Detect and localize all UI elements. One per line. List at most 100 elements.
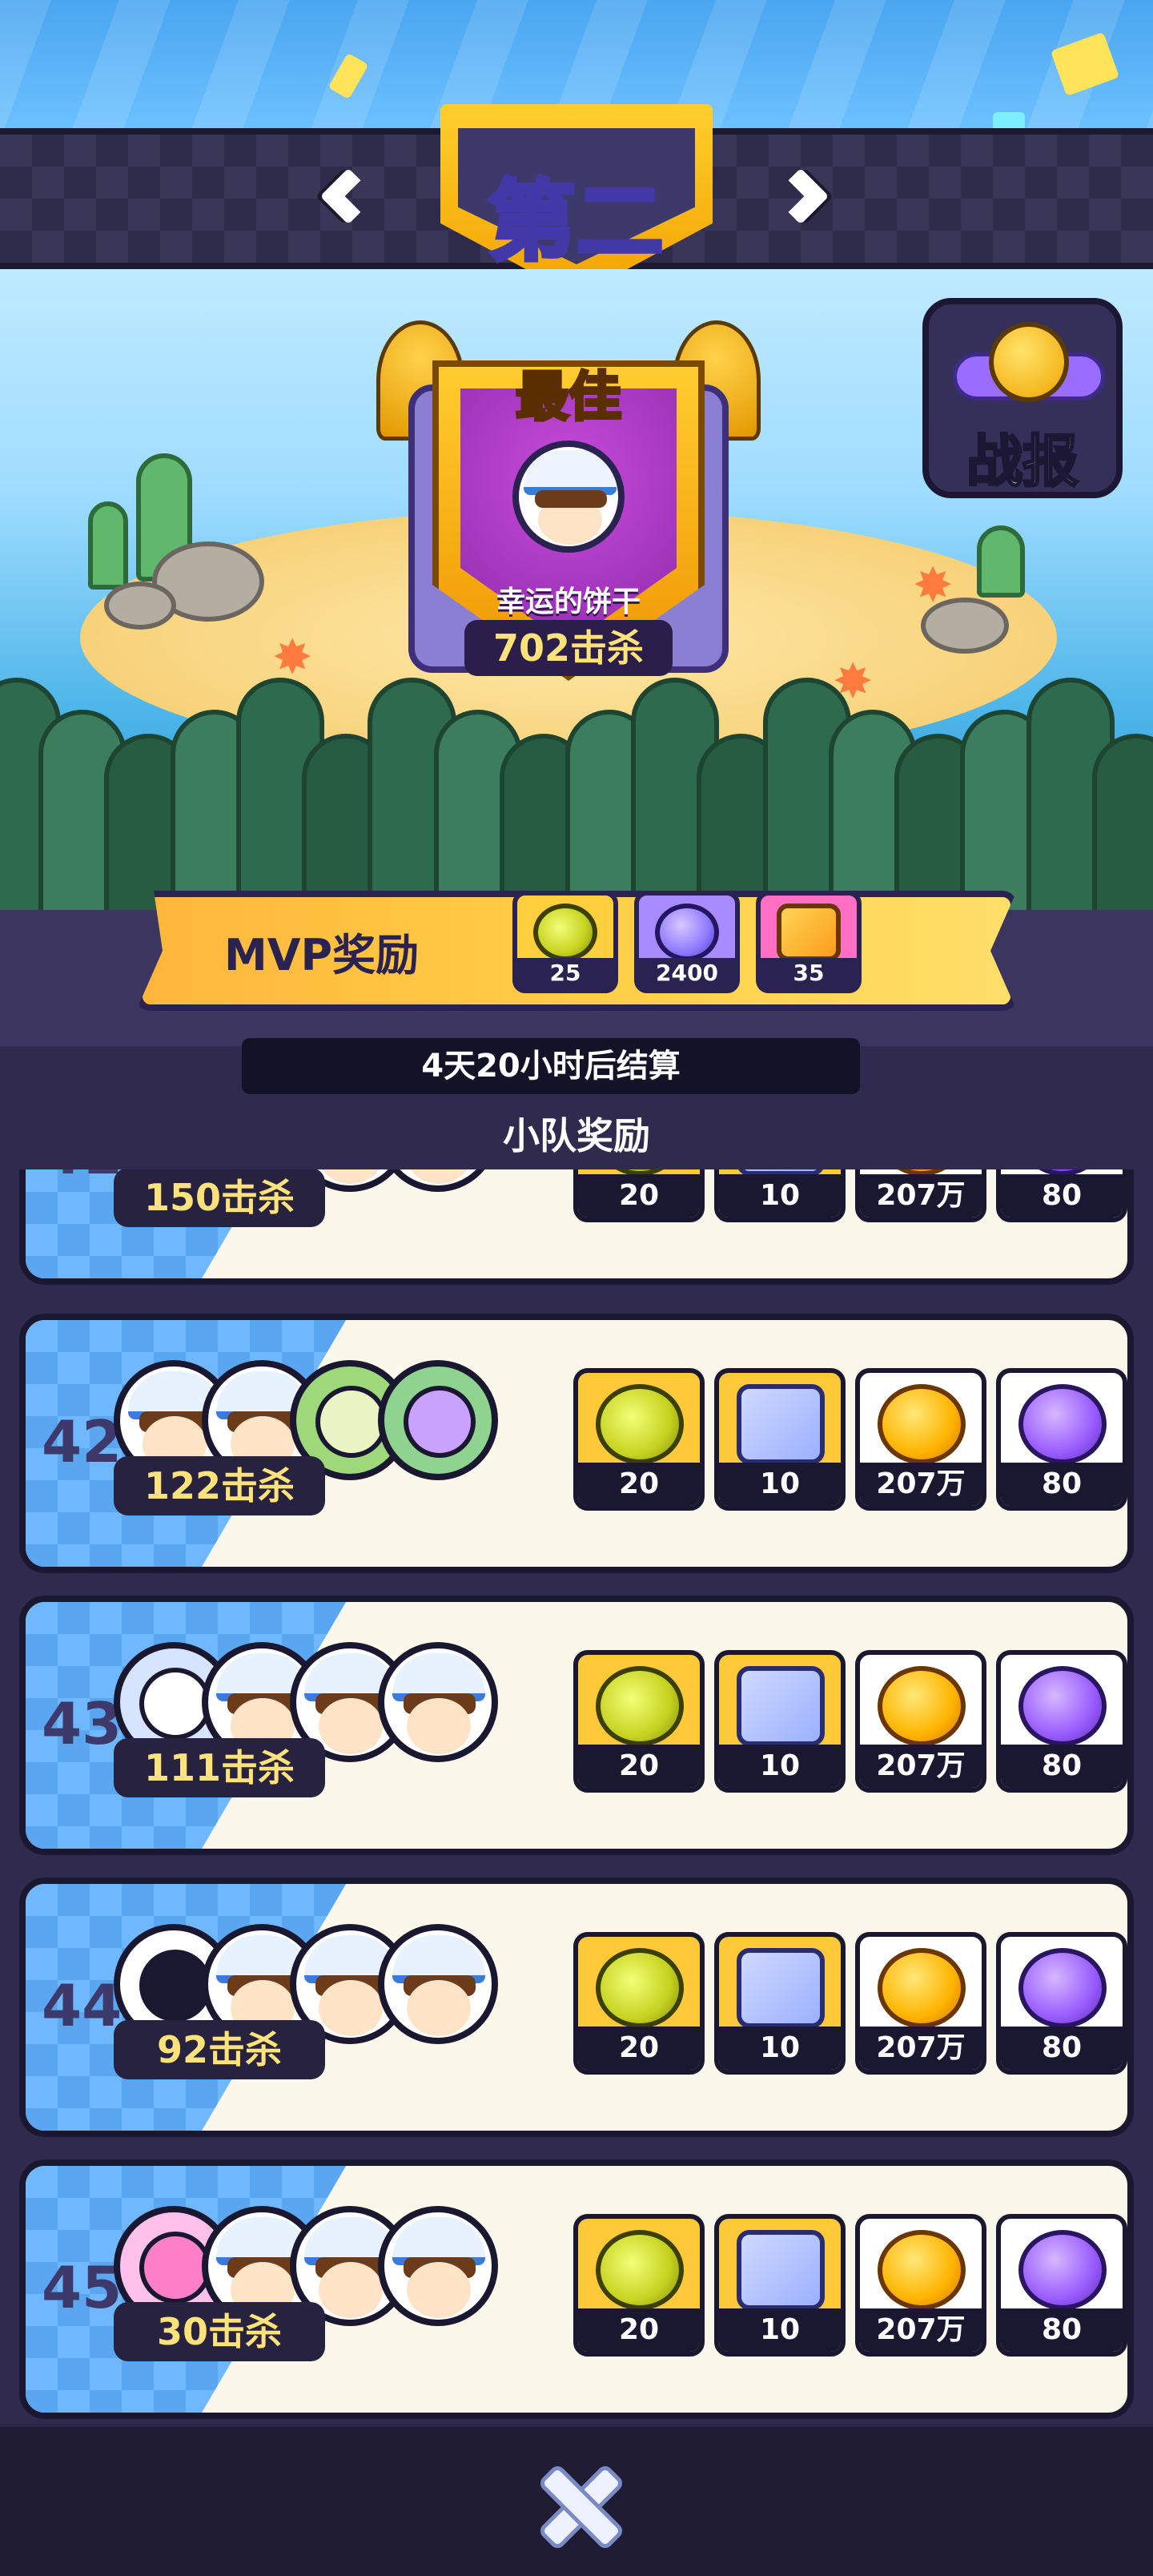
reward-value: 10: [719, 2308, 841, 2352]
team-kills: 150击杀: [114, 1169, 325, 1227]
reward-item[interactable]: 207万: [855, 2214, 986, 2357]
reward-value: 10: [719, 1174, 841, 1218]
purple-capsule-icon: [1018, 1666, 1107, 1746]
reward-item[interactable]: 80: [996, 2214, 1127, 2357]
reward-item[interactable]: 10: [714, 1932, 846, 2075]
reward-item[interactable]: 207万: [855, 1932, 986, 2075]
reward-value: 10: [719, 1745, 841, 1788]
chevron-right-icon: [772, 167, 830, 225]
best-player-card[interactable]: 最佳 幸运的饼干 702击杀: [376, 320, 761, 697]
rank-row[interactable]: 42 122击杀 20 10 207万 80: [19, 1314, 1134, 1573]
rock: [104, 582, 176, 630]
reward-item[interactable]: 207万: [855, 1650, 986, 1793]
reward-value: 207万: [860, 1174, 982, 1218]
team-rewards-title: 小队奖励: [503, 1114, 650, 1157]
reward-value: 80: [1001, 2308, 1123, 2352]
reward-value: 207万: [860, 1745, 982, 1788]
rank-row[interactable]: 43 111击杀 20 10 207万 80: [19, 1596, 1134, 1855]
team-kills: 122击杀: [114, 1456, 325, 1515]
reward-item[interactable]: 80: [996, 1169, 1127, 1222]
reward-value: 20: [578, 1745, 700, 1788]
team-kills: 92击杀: [114, 2020, 325, 2079]
team-kills: 111击杀: [114, 1738, 325, 1797]
prev-rank-button[interactable]: [312, 152, 384, 240]
reward-item[interactable]: 10: [714, 1169, 846, 1222]
reward-value: 207万: [860, 1463, 982, 1506]
mvp-reward-item[interactable]: 25: [512, 891, 618, 993]
rank-row[interactable]: 41 150击杀 20 10 207万 80: [19, 1169, 1134, 1285]
next-rank-button[interactable]: [765, 152, 837, 240]
star-medal-icon: [989, 322, 1069, 402]
reward-value: 20: [578, 1174, 700, 1218]
reward-value: 80: [1001, 2027, 1123, 2070]
reward-item[interactable]: 10: [714, 1650, 846, 1793]
avatar: [378, 1169, 498, 1192]
rank-number: 43: [42, 1690, 123, 1757]
reward-item[interactable]: 80: [996, 1650, 1127, 1793]
rank-number: 42: [42, 1408, 123, 1475]
battle-report-button[interactable]: 战报: [922, 298, 1123, 498]
reward-value: 10: [719, 2027, 841, 2070]
rank-number: 45: [42, 2254, 123, 2321]
mvp-reward-value: 35: [761, 958, 857, 988]
reward-item[interactable]: 20: [573, 1650, 705, 1793]
gold-candy-icon: [878, 2230, 966, 2310]
mvp-reward-item[interactable]: 2400: [634, 891, 740, 993]
durian-fruit-icon: [596, 2230, 684, 2310]
gold-candy-icon: [878, 1948, 966, 2028]
mystery-box-icon: [737, 1948, 825, 2028]
cactus: [977, 525, 1025, 598]
reward-item[interactable]: 20: [573, 2214, 705, 2357]
purple-orbs-icon: [655, 904, 719, 961]
starfish-icon: ✸: [913, 557, 954, 614]
rank-row[interactable]: 44 92击杀 20 10 207万 80: [19, 1878, 1134, 2137]
battle-report-label: 战报: [966, 428, 1080, 496]
reward-item[interactable]: 80: [996, 1368, 1127, 1511]
purple-capsule-icon: [1018, 1948, 1107, 2028]
best-label: 最佳: [514, 364, 623, 429]
reward-value: 20: [578, 2308, 700, 2352]
gold-candy-icon: [878, 1666, 966, 1746]
reward-value: 20: [578, 2027, 700, 2070]
reward-value: 80: [1001, 1174, 1123, 1218]
reward-item[interactable]: 20: [573, 1932, 705, 2075]
settlement-timer: 4天20小时后结算: [242, 1038, 860, 1094]
mvp-reward-value: 2400: [639, 958, 735, 988]
reward-item[interactable]: 80: [996, 1932, 1127, 2075]
gold-candy-icon: [878, 1384, 966, 1464]
kelp-foreground: [0, 678, 1153, 910]
durian-fruit-icon: [596, 1666, 684, 1746]
mystery-box-icon: [737, 1666, 825, 1746]
avatar: [512, 441, 625, 553]
reward-value: 80: [1001, 1463, 1123, 1506]
avatar: [378, 1642, 498, 1762]
chevron-left-icon: [319, 167, 377, 225]
cactus: [88, 501, 128, 590]
reward-item[interactable]: 20: [573, 1169, 705, 1222]
reward-item[interactable]: 207万: [855, 1169, 986, 1222]
team-rank-list[interactable]: 41 150击杀 20 10 207万 80 42 122击杀 20 10 20…: [0, 1169, 1153, 2427]
close-button[interactable]: [528, 2456, 625, 2552]
reward-value: 10: [719, 1463, 841, 1506]
mystery-box-icon: [737, 1384, 825, 1464]
reward-value: 20: [578, 1463, 700, 1506]
purple-capsule-icon: [1018, 1384, 1107, 1464]
mystery-box-icon: [737, 2230, 825, 2310]
reward-item[interactable]: 20: [573, 1368, 705, 1511]
durian-fruit-icon: [596, 1948, 684, 2028]
confetti: [327, 52, 369, 100]
durian-fruit-icon: [596, 1384, 684, 1464]
best-player-name: 幸运的饼干: [496, 586, 641, 618]
reward-value: 207万: [860, 2027, 982, 2070]
rank-number: 41: [42, 1169, 122, 1187]
mvp-reward-value: 25: [517, 958, 613, 988]
team-kills: 30击杀: [114, 2302, 325, 2361]
reward-value: 80: [1001, 1745, 1123, 1788]
mvp-reward-item[interactable]: 35: [756, 891, 862, 993]
gold-ticket-icon: [777, 904, 841, 961]
reward-item[interactable]: 10: [714, 2214, 846, 2357]
rank-row[interactable]: 45 30击杀 20 10 207万 80: [19, 2159, 1134, 2419]
reward-item[interactable]: 10: [714, 1368, 846, 1511]
rank-number: 44: [42, 1972, 123, 2039]
reward-item[interactable]: 207万: [855, 1368, 986, 1511]
